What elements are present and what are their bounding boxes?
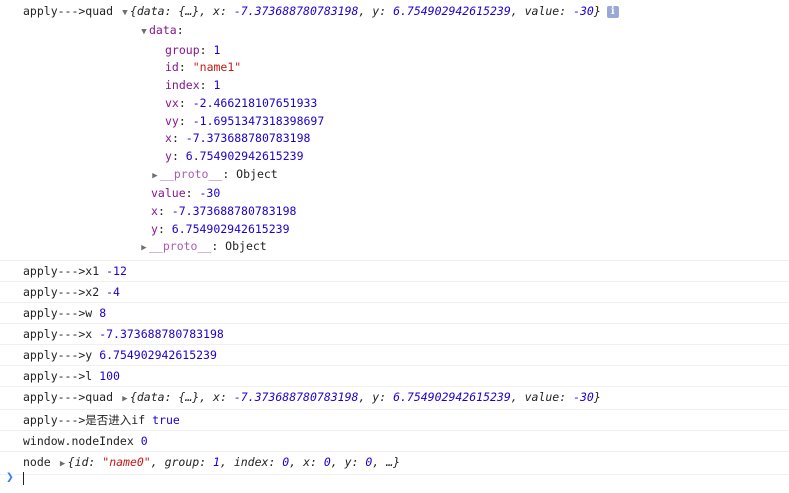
log-value: 8: [99, 306, 107, 321]
quad-properties: value: -30 x: -7.373688780783198 y: 6.7549…: [23, 185, 789, 238]
property-value: -7.373688780783198: [171, 204, 297, 219]
log-label: apply--->x2: [23, 285, 100, 300]
proto-row[interactable]: ▶ __proto__: Object: [23, 238, 789, 258]
data-property-group: group: 1: [165, 42, 221, 57]
property-key: x: [165, 131, 172, 146]
object-summary[interactable]: {data: {…}, x: -7.373688780783198, y: 6.…: [130, 4, 601, 18]
property-value: -7.373688780783198: [185, 131, 311, 146]
property-value: -1.6951347318398697: [192, 113, 325, 128]
expand-triangle-icon[interactable]: ▶: [139, 240, 149, 258]
property-key: id: [165, 60, 179, 75]
log-label: apply--->x1: [23, 264, 100, 279]
log-value: -4: [106, 285, 120, 300]
property-key: x: [151, 204, 158, 219]
data-properties: group: 1 id: "name1" index: 1 vx: -2.466218…: [23, 42, 789, 166]
expand-triangle-icon[interactable]: ▶: [150, 168, 160, 186]
expand-triangle-icon[interactable]: ▶: [120, 389, 130, 409]
property-value: -2.466218107651933: [192, 95, 318, 110]
data-property-y: y: 6.754902942615239: [165, 148, 304, 163]
data-property-index: index: 1: [165, 78, 221, 93]
property-key: y: [165, 148, 172, 163]
text-caret: [23, 472, 24, 485]
property-key: vx: [165, 95, 179, 110]
collapse-triangle-icon[interactable]: ▼: [139, 24, 149, 42]
log-value: 0: [140, 434, 148, 449]
log-label: apply--->w: [23, 306, 93, 321]
data-property-id: id: "name1": [165, 60, 242, 75]
log-entry: apply--->y 6.754902942615239: [0, 345, 789, 367]
data-property-x: x: -7.373688780783198: [165, 131, 311, 146]
property-value: 6.754902942615239: [171, 221, 290, 236]
chevron-right-icon: ❯: [6, 470, 14, 485]
log-entry: apply--->l 100: [0, 366, 789, 388]
log-label: apply--->quad: [23, 390, 114, 405]
log-label: window.nodeIndex: [23, 434, 134, 449]
data-property-header[interactable]: ▼ data:: [23, 22, 789, 42]
quad-property-y: y: 6.754902942615239: [151, 221, 290, 236]
log-entry-quad-expanded: apply--->quad ▼ {data: {…}, x: -7.3736887…: [0, 0, 789, 262]
log-value: true: [152, 413, 180, 428]
log-label: apply--->quad: [23, 4, 114, 18]
log-entry: apply--->x1 -12: [0, 261, 789, 283]
log-label: apply--->l: [23, 369, 93, 384]
log-label: apply--->是否进入if: [23, 413, 146, 428]
data-property-vx: vx: -2.466218107651933: [165, 95, 318, 110]
property-value: 1: [213, 42, 221, 57]
log-entry: apply--->w 8: [0, 303, 789, 325]
log-entry: apply--->x -7.373688780783198: [0, 324, 789, 346]
console-panel: apply--->quad ▼ {data: {…}, x: -7.3736887…: [0, 0, 789, 493]
info-icon[interactable]: i: [606, 5, 619, 18]
log-value: -7.373688780783198: [99, 327, 224, 342]
log-value: 6.754902942615239: [99, 348, 217, 363]
log-entry-if: apply--->是否进入if true: [0, 410, 789, 432]
property-key: y: [151, 221, 158, 236]
property-value: -30: [199, 186, 221, 201]
log-entry-node-index: window.nodeIndex 0: [0, 431, 789, 453]
log-value: 100: [99, 369, 120, 384]
log-entry: apply--->x2 -4: [0, 282, 789, 304]
property-value: "name1": [192, 60, 242, 75]
property-key: group: [165, 42, 200, 57]
log-label: apply--->x: [23, 327, 93, 342]
data-proto-row[interactable]: ▶ __proto__: Object: [23, 166, 789, 186]
log-value: -12: [106, 264, 127, 279]
property-value: 1: [213, 78, 221, 93]
property-key: vy: [165, 113, 179, 128]
property-key: index: [165, 78, 200, 93]
object-summary[interactable]: {data: {…}, x: -7.373688780783198, y: 6.…: [130, 390, 601, 404]
collapse-triangle-icon[interactable]: ▼: [120, 2, 130, 24]
quad-property-x: x: -7.373688780783198: [151, 204, 297, 219]
data-property-vy: vy: -1.6951347318398697: [165, 113, 325, 128]
console-prompt[interactable]: ❯: [0, 466, 789, 490]
simple-log-list: apply--->x1 -12 apply--->x2 -4 apply--->w …: [0, 261, 789, 388]
property-key: value: [151, 186, 186, 201]
property-value: 6.754902942615239: [185, 148, 304, 163]
log-entry-quad-collapsed: apply--->quad ▶ {data: {…}, x: -7.3736887…: [0, 387, 789, 411]
quad-property-value: value: -30: [151, 186, 221, 201]
log-label: apply--->y: [23, 348, 93, 363]
